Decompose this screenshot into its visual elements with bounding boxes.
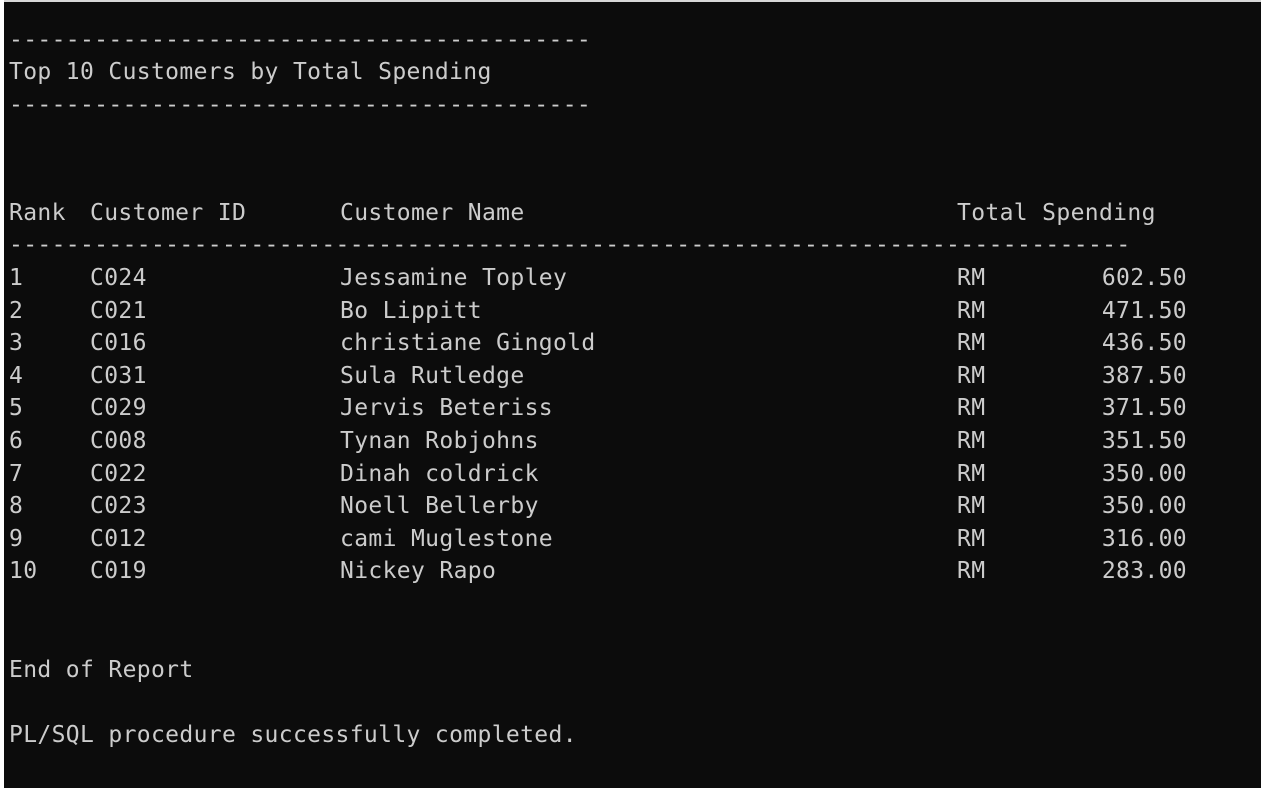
row-customer-name: Dinah coldrick <box>340 460 539 487</box>
row-rank: 9 <box>9 525 24 552</box>
row-customer-id: C021 <box>90 297 147 324</box>
header-rule: ----------------------------------------… <box>9 232 1131 258</box>
row-amount: 387.50 <box>1101 362 1187 389</box>
row-amount: 602.50 <box>1101 265 1187 291</box>
row-currency: RM <box>957 558 986 585</box>
row-amount: 316.00 <box>1101 525 1187 552</box>
row-rank: 4 <box>9 362 24 389</box>
row-currency: RM <box>957 428 986 454</box>
row-currency: RM <box>957 525 986 552</box>
row-customer-name: Sula Rutledge <box>340 362 525 389</box>
table-row: 7 C022 Dinah coldrick RM 350.00 <box>0 460 1261 488</box>
table-row: 3 C016 christiane Gingold RM 436.50 <box>0 329 1261 357</box>
table-row: 6 C008 Tynan Robjohns RM 351.50 <box>0 427 1261 455</box>
table-header-row: Rank Customer ID Customer Name Total Spe… <box>0 199 1261 227</box>
row-rank: 5 <box>9 395 24 422</box>
header-rank: Rank <box>9 200 66 226</box>
row-amount: 371.50 <box>1101 395 1187 422</box>
row-customer-name: Jessamine Topley <box>340 265 568 291</box>
row-rank: 3 <box>9 330 24 357</box>
row-amount: 471.50 <box>1101 297 1187 324</box>
row-customer-name: cami Muglestone <box>340 525 553 552</box>
table-row: 5 C029 Jervis Beteriss RM 371.50 <box>0 394 1261 422</box>
row-customer-name: Bo Lippitt <box>340 297 482 324</box>
row-rank: 10 <box>9 558 38 585</box>
row-rank: 8 <box>9 493 24 520</box>
row-customer-id: C016 <box>90 330 147 357</box>
row-customer-id: C029 <box>90 395 147 422</box>
row-amount: 350.00 <box>1101 460 1187 487</box>
row-customer-id: C008 <box>90 428 147 454</box>
table-row: 8 C023 Noell Bellerby RM 350.00 <box>0 492 1261 520</box>
table-row: 4 C031 Sula Rutledge RM 387.50 <box>0 362 1261 390</box>
row-customer-name: Nickey Rapo <box>340 558 497 585</box>
row-customer-name: Tynan Robjohns <box>340 428 539 454</box>
row-rank: 7 <box>9 460 24 487</box>
header-customer-id: Customer ID <box>90 200 247 226</box>
row-currency: RM <box>957 362 986 389</box>
table-row: 1 C024 Jessamine Topley RM 602.50 <box>0 264 1261 292</box>
row-customer-id: C022 <box>90 460 147 487</box>
row-rank: 2 <box>9 297 24 324</box>
title-rule-bottom: ----------------------------------------… <box>9 92 592 118</box>
row-rank: 6 <box>9 428 24 454</box>
row-customer-name: Noell Bellerby <box>340 493 539 520</box>
row-customer-id: C024 <box>90 265 147 291</box>
row-amount: 350.00 <box>1101 493 1187 520</box>
table-row: 2 C021 Bo Lippitt RM 471.50 <box>0 297 1261 325</box>
title-rule-top: ----------------------------------------… <box>9 27 592 53</box>
header-total-spending: Total Spending <box>957 200 1156 226</box>
row-rank: 1 <box>9 265 24 291</box>
row-amount: 351.50 <box>1101 428 1187 454</box>
row-currency: RM <box>957 460 986 487</box>
row-customer-id: C012 <box>90 525 147 552</box>
row-currency: RM <box>957 297 986 324</box>
row-customer-name: christiane Gingold <box>340 330 596 357</box>
row-customer-id: C019 <box>90 558 147 585</box>
row-customer-name: Jervis Beteriss <box>340 395 553 422</box>
status-message: PL/SQL procedure successfully completed. <box>9 722 577 748</box>
row-amount: 283.00 <box>1101 558 1187 585</box>
row-currency: RM <box>957 265 986 291</box>
report-footer: End of Report <box>9 657 194 683</box>
row-currency: RM <box>957 395 986 422</box>
table-row: 9 C012 cami Muglestone RM 316.00 <box>0 525 1261 553</box>
header-customer-name: Customer Name <box>340 200 525 226</box>
row-currency: RM <box>957 330 986 357</box>
terminal-window[interactable]: ----------------------------------------… <box>0 0 1261 788</box>
table-row: 10 C019 Nickey Rapo RM 283.00 <box>0 557 1261 585</box>
row-customer-id: C023 <box>90 493 147 520</box>
row-currency: RM <box>957 493 986 520</box>
row-customer-id: C031 <box>90 362 147 389</box>
report-title: Top 10 Customers by Total Spending <box>9 59 492 85</box>
window-top-edge <box>0 0 1261 2</box>
row-amount: 436.50 <box>1101 330 1187 357</box>
